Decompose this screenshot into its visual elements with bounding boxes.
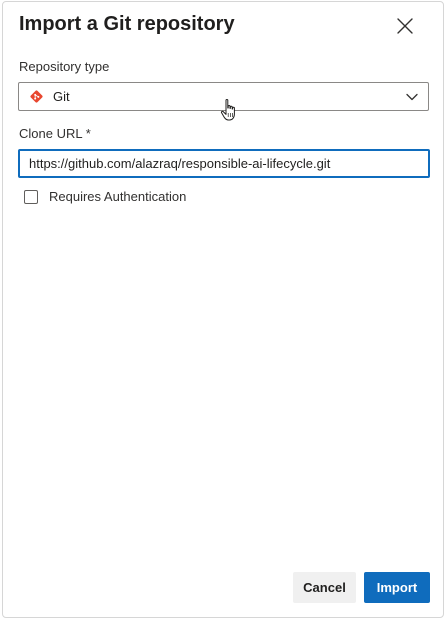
requires-authentication-checkbox[interactable]	[24, 190, 38, 204]
repository-type-label: Repository type	[19, 59, 110, 74]
close-icon	[397, 18, 413, 34]
dialog-title: Import a Git repository	[19, 13, 235, 35]
git-logo-icon	[30, 90, 43, 103]
cancel-button[interactable]: Cancel	[293, 572, 356, 603]
close-button[interactable]	[393, 14, 417, 38]
import-repository-dialog: Import a Git repository Repository type …	[2, 1, 444, 618]
import-button[interactable]: Import	[364, 572, 430, 603]
requires-authentication-label: Requires Authentication	[49, 189, 187, 204]
chevron-down-icon	[406, 93, 418, 101]
clone-url-input[interactable]	[18, 149, 430, 178]
repository-type-value: Git	[53, 89, 70, 104]
repository-type-dropdown[interactable]: Git	[18, 82, 429, 111]
clone-url-label: Clone URL *	[19, 126, 91, 141]
